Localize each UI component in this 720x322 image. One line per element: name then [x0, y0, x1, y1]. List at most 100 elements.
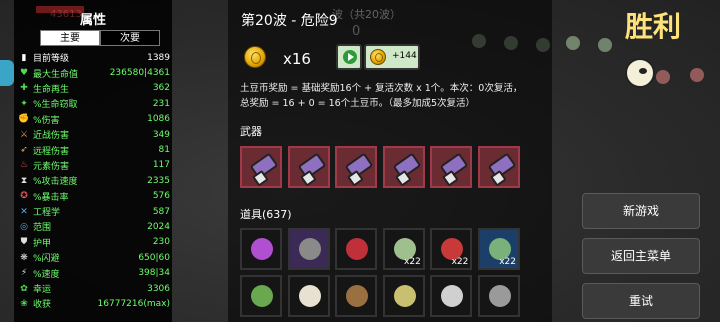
bg-enemy-decor — [566, 36, 580, 50]
weapons-heading: 武器 — [240, 125, 262, 138]
stat-value: 1389 — [147, 52, 170, 63]
melee-icon: ⚔ — [19, 129, 29, 140]
watch-ad-button[interactable] — [336, 44, 362, 70]
stats-title: 属性 — [79, 13, 106, 28]
stat-row: ♥ 最大生命值 236580|4361 — [18, 65, 180, 80]
stat-label: 目前等级 — [33, 54, 70, 65]
main-menu-button[interactable]: 返回主菜单 — [582, 238, 700, 274]
item-slot[interactable] — [287, 275, 330, 317]
stat-value: 650|60 — [138, 252, 170, 263]
weapon-slot[interactable] — [335, 146, 378, 188]
item-slot[interactable]: x22 — [382, 228, 425, 270]
weapon-slot[interactable] — [287, 146, 330, 188]
stat-row: ➶ 远程伤害 81 — [18, 142, 180, 157]
victory-title: 胜利 — [625, 10, 682, 43]
speed-icon: ⚡ — [20, 268, 28, 279]
item-slot[interactable] — [240, 275, 282, 317]
wave-title: 第20波 - 危险9 — [241, 13, 338, 29]
item-slot[interactable]: x22 — [430, 228, 473, 270]
new-game-button[interactable]: 新游戏 — [582, 193, 700, 229]
item-count: x22 — [404, 257, 421, 267]
stat-value: 2024 — [147, 221, 170, 232]
tab-primary[interactable]: 主要 — [40, 30, 100, 46]
stat-label: 生命再生 — [33, 84, 70, 95]
regen-icon: ✚ — [20, 83, 28, 94]
stat-row: ✦ %生命窃取 231 — [18, 96, 180, 111]
item-slot[interactable] — [478, 275, 520, 317]
item-count: x22 — [451, 257, 469, 267]
stat-label: %闪避 — [33, 254, 60, 265]
item-slot[interactable] — [240, 228, 282, 270]
stat-label: %生命窃取 — [33, 100, 78, 111]
stat-value: 576 — [152, 191, 170, 202]
stat-label: 护甲 — [33, 238, 52, 249]
stat-label: %伤害 — [33, 115, 60, 126]
stat-label: %速度 — [33, 269, 60, 280]
luck-icon: ✿ — [20, 283, 28, 294]
bg-enemy-decor — [690, 68, 704, 82]
item-slot[interactable] — [335, 275, 378, 317]
stat-label: 元素伤害 — [33, 161, 70, 172]
item-slot[interactable] — [430, 275, 473, 317]
laser-gun-icon — [439, 152, 469, 180]
weapon-slot[interactable] — [430, 146, 473, 188]
stat-row: ❀ 收获 16777216(max) — [18, 296, 180, 311]
stat-value: 81 — [158, 145, 170, 156]
stat-row: ⧗ %攻击速度 2335 — [18, 173, 180, 188]
stat-label: 幸运 — [33, 285, 52, 296]
bg-enemy-decor — [598, 38, 612, 52]
engineering-icon: ✕ — [20, 206, 28, 217]
weapon-slot[interactable] — [382, 146, 425, 188]
stat-label: 最大生命值 — [33, 69, 79, 80]
wave-ghost-text: 波（共20波） — [332, 8, 401, 21]
laser-gun-icon — [297, 152, 327, 180]
stat-row: ✪ %暴击率 576 — [18, 189, 180, 204]
stat-value: 1086 — [147, 114, 170, 125]
potato-character-icon — [625, 58, 655, 88]
item-dark-orb-icon — [298, 238, 321, 260]
stat-row: ❋ %闪避 650|60 — [18, 250, 180, 265]
item-slot[interactable] — [287, 228, 330, 270]
stat-row: ✿ 幸运 3306 — [18, 281, 180, 296]
character-portrait-edge[interactable] — [0, 60, 14, 86]
dodge-icon: ❋ — [20, 252, 28, 263]
item-purple-creature-icon — [251, 238, 273, 260]
weapon-slot[interactable] — [478, 146, 520, 188]
elemental-icon: ♨ — [19, 160, 29, 171]
item-count: x22 — [499, 257, 516, 267]
play-icon — [343, 50, 357, 64]
bg-enemy-decor — [656, 70, 670, 84]
bonus-coin-button[interactable]: +144 — [364, 44, 420, 70]
stats-tabs: 主要 次要 — [40, 30, 160, 46]
stat-value: 16777216(max) — [97, 298, 170, 309]
stat-row: ⚔ 近战伤害 349 — [18, 127, 180, 142]
tab-secondary[interactable]: 次要 — [100, 30, 160, 46]
stat-label: %暴击率 — [33, 192, 69, 203]
item-mask-icon — [346, 238, 369, 260]
item-slot[interactable] — [382, 275, 425, 317]
level-icon: ▮ — [21, 52, 27, 63]
stat-value: 2335 — [147, 175, 170, 186]
item-slot[interactable]: x22 — [478, 228, 520, 270]
stat-row: ✕ 工程学 587 — [18, 204, 180, 219]
retry-button[interactable]: 重试 — [582, 283, 700, 319]
lifesteal-icon: ✦ — [20, 98, 28, 109]
attack-speed-icon: ⧗ — [20, 175, 28, 186]
bonus-amount: +144 — [392, 51, 417, 61]
range-icon: ◎ — [20, 221, 28, 232]
stat-label: 收获 — [33, 300, 52, 311]
laser-gun-icon — [249, 152, 279, 180]
item-slot[interactable] — [335, 228, 378, 270]
laser-gun-icon — [392, 152, 422, 180]
weapon-slot[interactable] — [240, 146, 282, 188]
stat-row: ⛊ 护甲 230 — [18, 235, 180, 250]
item-scroll-icon — [393, 285, 416, 307]
item-brown-bag-icon — [346, 285, 369, 307]
stat-value: 587 — [152, 206, 170, 217]
crit-icon: ✪ — [20, 191, 28, 202]
ranged-icon: ➶ — [20, 145, 28, 156]
stat-value: 398|34 — [138, 268, 170, 279]
coin-count: x16 — [283, 50, 311, 68]
heart-icon: ♥ — [19, 68, 29, 79]
stat-value: 117 — [152, 160, 170, 171]
